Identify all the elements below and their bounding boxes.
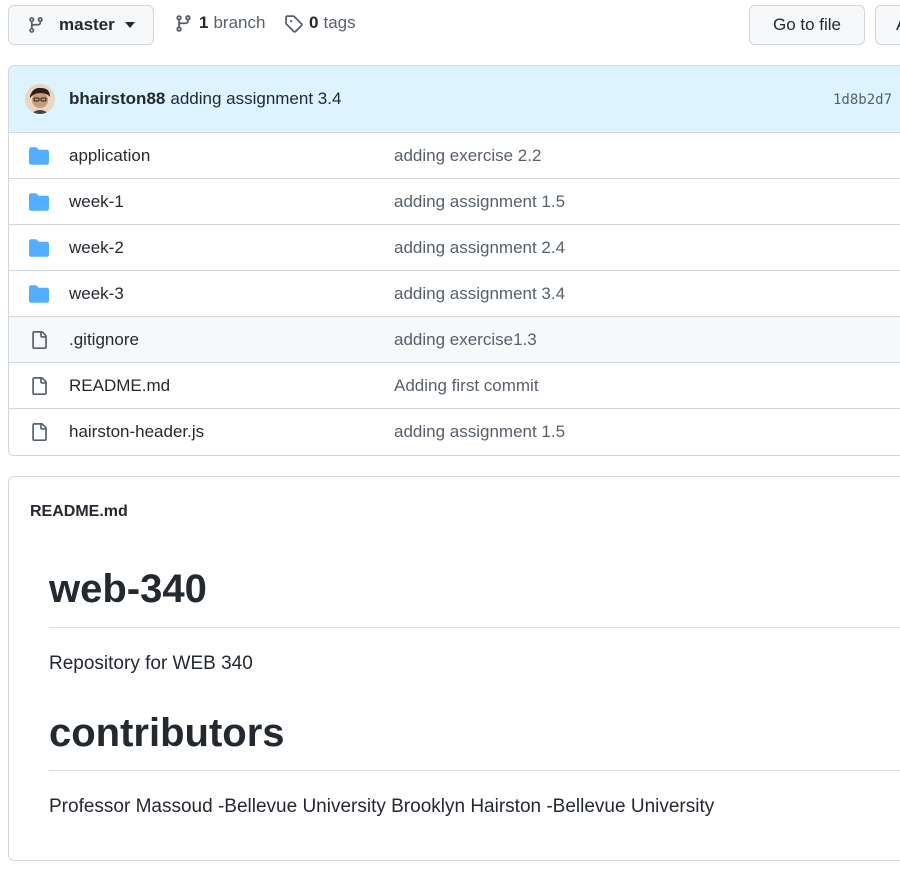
folder-icon (29, 147, 49, 165)
file-commit-message[interactable]: adding assignment 1.5 (394, 192, 565, 212)
tag-label: tags (323, 13, 356, 32)
caret-down-icon (124, 22, 135, 28)
latest-commit-bar: bhairston88 adding assignment 3.4 1d8b2d7 (9, 66, 900, 133)
file-icon (32, 377, 47, 395)
tags-link[interactable]: 0 tags (284, 13, 356, 33)
git-branch-icon (29, 17, 43, 33)
file-name[interactable]: .gitignore (69, 330, 139, 350)
file-commit-message[interactable]: Adding first commit (394, 376, 539, 396)
file-icon (32, 423, 47, 441)
branch-select-button[interactable]: master (8, 5, 154, 45)
readme-panel: README.md web-340 Repository for WEB 340… (8, 476, 900, 861)
commit-message[interactable]: adding assignment 3.4 (170, 89, 341, 108)
folder-icon (29, 285, 49, 303)
folder-icon (29, 239, 49, 257)
file-name[interactable]: week-1 (69, 192, 124, 212)
file-commit-message[interactable]: adding exercise 2.2 (394, 146, 541, 166)
readme-filename[interactable]: README.md (30, 503, 128, 521)
readme-heading-contributors: contributors (49, 711, 285, 755)
commit-hash[interactable]: 1d8b2d7 (833, 92, 892, 108)
file-name[interactable]: week-3 (69, 284, 124, 304)
readme-contributors-text: Professor Massoud -Bellevue University B… (49, 796, 715, 817)
avatar[interactable] (25, 84, 55, 114)
branch-count: 1 (199, 13, 209, 32)
file-row[interactable]: hairston-header.js adding assignment 1.5 (9, 409, 900, 455)
file-commit-message[interactable]: adding assignment 2.4 (394, 238, 565, 258)
tag-count: 0 (309, 13, 319, 32)
go-to-file-button[interactable]: Go to file (749, 5, 865, 45)
file-icon (32, 331, 47, 349)
file-commit-message[interactable]: adding assignment 1.5 (394, 422, 565, 442)
file-row[interactable]: week-2 adding assignment 2.4 (9, 225, 900, 271)
file-name[interactable]: week-2 (69, 238, 124, 258)
heading-divider (49, 627, 900, 628)
file-row[interactable]: week-3 adding assignment 3.4 (9, 271, 900, 317)
tag-icon (285, 14, 303, 33)
add-file-button[interactable]: A (875, 5, 900, 45)
readme-description: Repository for WEB 340 (49, 653, 253, 674)
file-row[interactable]: week-1 adding assignment 1.5 (9, 179, 900, 225)
git-branch-icon (176, 14, 191, 32)
folder-icon (29, 193, 49, 211)
file-name[interactable]: README.md (69, 376, 170, 396)
branch-name: master (59, 15, 115, 34)
file-row[interactable]: .gitignore adding exercise1.3 (9, 317, 900, 363)
file-row[interactable]: README.md Adding first commit (9, 363, 900, 409)
file-name[interactable]: hairston-header.js (69, 422, 204, 442)
commit-summary: bhairston88 adding assignment 3.4 (69, 89, 341, 109)
file-list: bhairston88 adding assignment 3.4 1d8b2d7… (8, 65, 900, 456)
file-commit-message[interactable]: adding assignment 3.4 (394, 284, 565, 304)
heading-divider (49, 770, 900, 771)
commit-author[interactable]: bhairston88 (69, 89, 165, 108)
file-row[interactable]: application adding exercise 2.2 (9, 133, 900, 179)
file-name[interactable]: application (69, 146, 150, 166)
file-commit-message[interactable]: adding exercise1.3 (394, 330, 537, 350)
repo-page: master 1 branch 0 tags Go to file A (0, 0, 900, 877)
readme-heading-title: web-340 (49, 567, 207, 611)
branches-link[interactable]: 1 branch (174, 13, 265, 33)
branch-label: branch (213, 13, 266, 32)
